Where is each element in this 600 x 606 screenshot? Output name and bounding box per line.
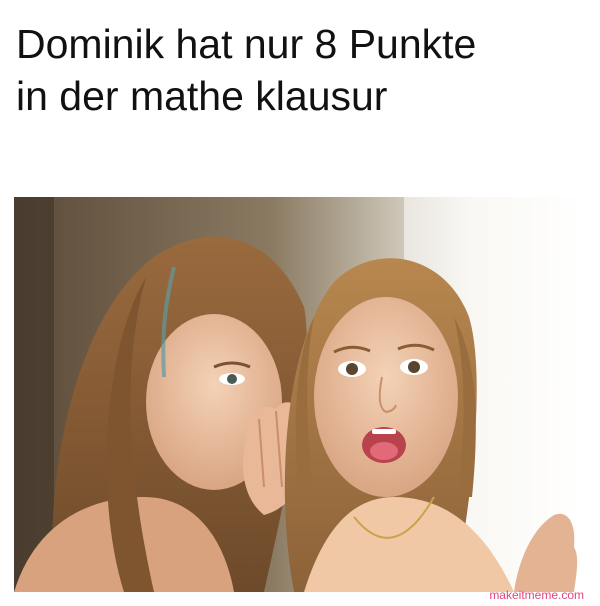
- caption-line-2: in der mathe klausur: [16, 73, 388, 119]
- whispering-girls-illustration: [14, 197, 586, 592]
- meme-photo: [14, 197, 586, 592]
- meme-caption: Dominik hat nur 8 Punkte in der mathe kl…: [16, 18, 586, 122]
- watermark: makeitmeme.com: [489, 588, 584, 602]
- caption-line-1: Dominik hat nur 8 Punkte: [16, 21, 477, 67]
